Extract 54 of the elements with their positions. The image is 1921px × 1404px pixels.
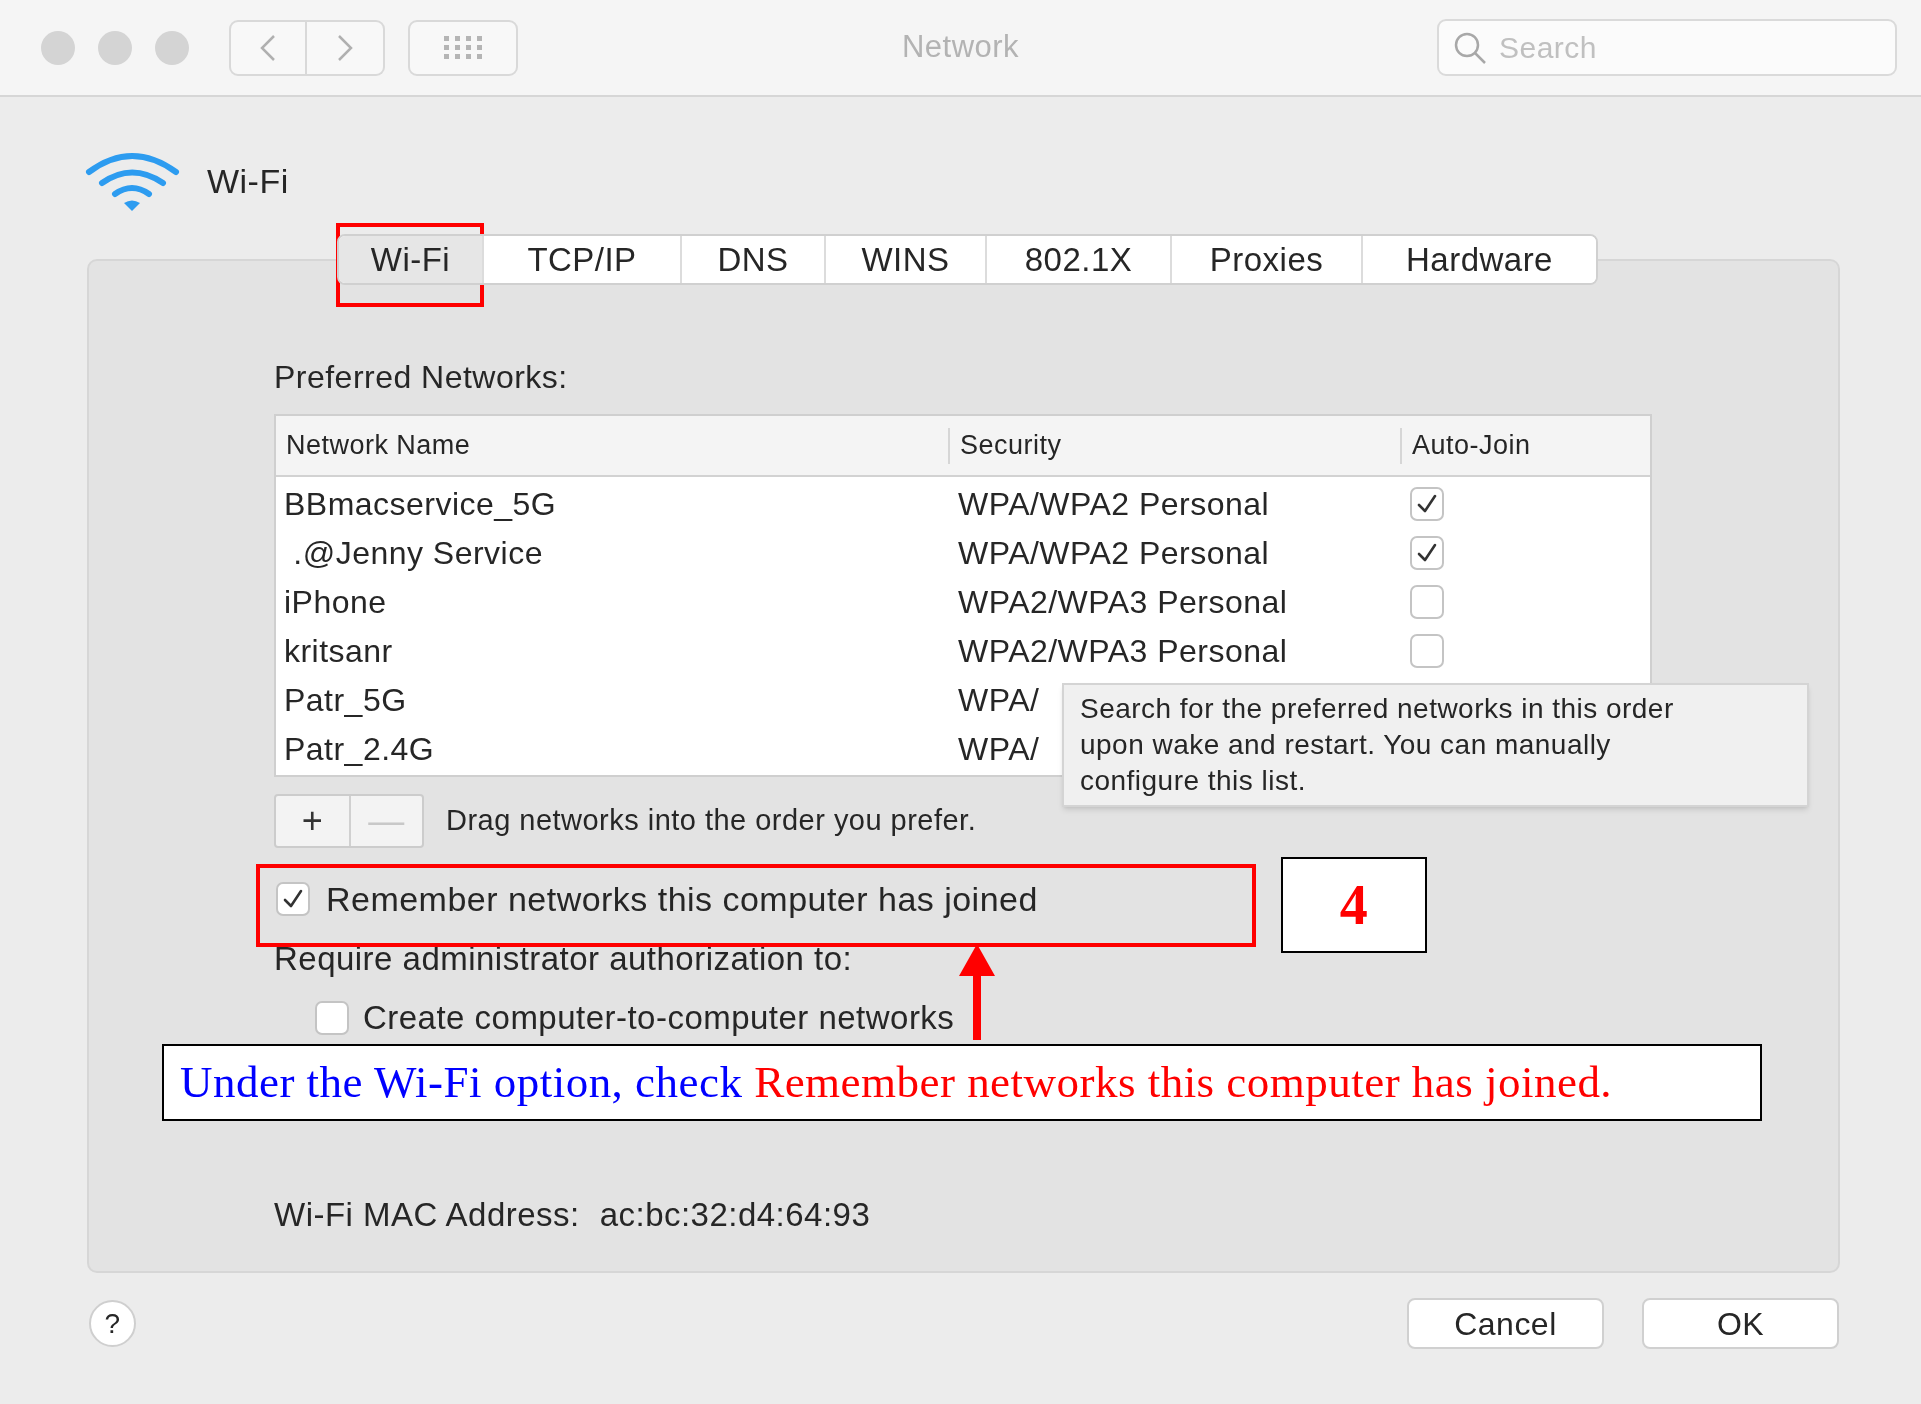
table-cell-text: iPhone <box>284 582 387 622</box>
auto-join-checkbox[interactable] <box>1410 633 1444 668</box>
section-label: Preferred Networks: <box>274 358 569 397</box>
ok-button[interactable]: OK <box>1642 1298 1839 1349</box>
mac-address: ac:bc:32:d4:64:93 <box>599 1195 871 1235</box>
auto-join-checkbox[interactable] <box>1410 535 1444 570</box>
instruction-caption: Under the Wi-Fi option, check Remember networks this computer has joined. <box>162 1044 1762 1121</box>
checkbox-label: Remember networks this computer has joined <box>326 878 1038 920</box>
section-label: Require administrator authorization to: <box>274 939 854 979</box>
table-cell-text: WPA2/WPA3 Personal <box>958 631 1288 671</box>
window-title: Network <box>900 28 1021 67</box>
hint-text: Drag networks into the order you prefer. <box>446 803 977 839</box>
add-button[interactable]: + <box>276 796 349 846</box>
option-checkbox[interactable] <box>315 1001 349 1035</box>
column-header[interactable]: Security <box>948 427 1400 464</box>
help-button[interactable]: ? <box>89 1300 136 1347</box>
auto-join-checkbox[interactable] <box>1410 486 1444 521</box>
search-icon <box>1453 30 1487 65</box>
table-cell-text: kritsanr <box>284 631 393 671</box>
tooltip: Search for the preferred networks in this order upon wake and restart. You can manually configure this list. <box>1062 683 1809 807</box>
checkbox-label: Create computer-to-computer networks <box>363 998 955 1039</box>
table-cell-text: WPA2/WPA3 Personal <box>958 582 1288 622</box>
table-cell-text: WPA/WPA2 Personal <box>958 533 1270 573</box>
search-field[interactable]: Search <box>1437 19 1897 76</box>
arrow-icon <box>959 944 995 1040</box>
show-all-button[interactable] <box>408 19 518 76</box>
step-number: 4 <box>1281 857 1427 953</box>
pane-title: Wi-Fi <box>207 160 289 202</box>
table-cell-text: Patr_2.4G <box>284 729 435 769</box>
window-control-button[interactable] <box>98 30 132 65</box>
table-cell-text: Patr_5G <box>284 680 407 720</box>
tab[interactable]: Hardware <box>1361 236 1596 283</box>
table-cell-text: .@Jenny Service <box>292 533 543 573</box>
table-cell-text: WPA/ <box>958 680 1040 720</box>
remember-checkbox[interactable] <box>276 882 310 916</box>
wifi-icon <box>85 150 180 212</box>
table-cell-text: WPA/WPA2 Personal <box>958 484 1270 524</box>
tab[interactable]: Wi-Fi <box>339 236 482 283</box>
mac-label: Wi-Fi MAC Address: <box>274 1195 580 1235</box>
back-button[interactable] <box>229 19 307 76</box>
checkmark-icon <box>282 888 304 910</box>
window-control-button[interactable] <box>155 30 189 65</box>
table-cell-text: BBmacservice_5G <box>284 484 557 524</box>
auto-join-checkbox[interactable] <box>1410 584 1444 619</box>
checkmark-icon <box>1416 541 1438 564</box>
window-control-button[interactable] <box>41 30 75 65</box>
cancel-button[interactable]: Cancel <box>1407 1298 1604 1349</box>
checkmark-icon <box>1416 492 1438 515</box>
column-header[interactable]: Network Name <box>276 427 948 464</box>
table-cell-text: WPA/ <box>958 729 1040 769</box>
column-header[interactable]: Auto-Join <box>1400 427 1650 464</box>
grid-icon <box>443 36 483 59</box>
search-input[interactable]: Search <box>1499 25 1881 70</box>
forward-button[interactable] <box>307 19 385 76</box>
